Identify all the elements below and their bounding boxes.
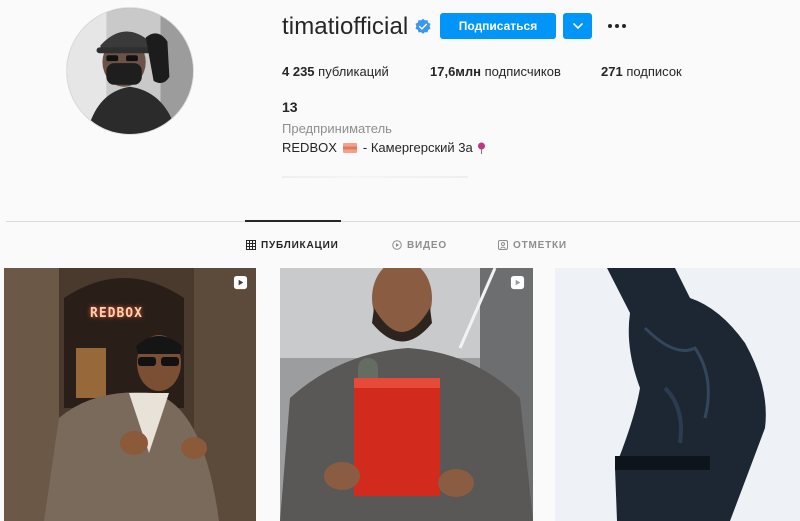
follow-button[interactable]: Подписаться	[440, 13, 556, 39]
reel-indicator-icon	[510, 275, 525, 290]
tab-posts[interactable]: ПУБЛИКАЦИИ	[246, 238, 339, 252]
verified-badge-icon	[415, 18, 431, 34]
profile-avatar[interactable]	[66, 7, 194, 135]
reel-indicator-icon	[233, 275, 248, 290]
tab-videos-label: ВИДЕО	[407, 239, 447, 251]
followers-label: подписчиков	[481, 64, 561, 79]
chevron-down-icon	[572, 23, 583, 30]
play-circle-icon	[392, 240, 402, 250]
post-1-sign: REDBOX	[90, 306, 143, 321]
username-row: timatiofficial	[282, 12, 432, 42]
faint-link-placeholder	[282, 176, 468, 178]
suggested-dropdown-button[interactable]	[563, 13, 592, 39]
avatar-image	[67, 8, 193, 134]
posts-count: 4 235	[282, 64, 315, 79]
stat-following[interactable]: 271 подписок	[601, 64, 682, 79]
following-count: 271	[601, 64, 623, 79]
bio-address: - Камергерский 3а	[362, 140, 473, 155]
post-image-3	[555, 268, 800, 521]
username: timatiofficial	[282, 13, 409, 40]
tab-posts-label: ПУБЛИКАЦИИ	[261, 239, 339, 251]
bio-brand: REDBOX	[282, 140, 337, 155]
posts-label: публикаций	[314, 64, 389, 79]
grid-icon	[246, 240, 256, 250]
post-thumbnail-3[interactable]	[555, 268, 800, 521]
full-name: 13	[282, 99, 298, 115]
followers-count: 17,6млн	[430, 64, 482, 79]
post-thumbnail-1[interactable]: REDBOX	[4, 268, 256, 521]
more-dots-icon	[608, 24, 626, 28]
profile-category: Предприниматель	[282, 121, 392, 136]
tab-tagged-label: ОТМЕТКИ	[513, 239, 567, 251]
post-thumbnail-2[interactable]	[280, 268, 533, 521]
active-tab-indicator	[245, 220, 341, 222]
tag-icon	[498, 240, 508, 250]
tab-tagged[interactable]: ОТМЕТКИ	[498, 238, 567, 252]
post-image-2	[280, 268, 533, 521]
stat-followers[interactable]: 17,6млн подписчиков	[430, 64, 561, 79]
tabs-divider	[6, 221, 800, 222]
following-label: подписок	[622, 64, 682, 79]
flag-emoji-icon	[342, 142, 357, 153]
more-options-button[interactable]	[604, 14, 630, 38]
profile-bio: REDBOX - Камергерский 3а	[282, 140, 486, 155]
stat-posts: 4 235 публикаций	[282, 64, 389, 79]
tab-videos[interactable]: ВИДЕО	[392, 238, 447, 252]
map-pin-icon	[477, 142, 485, 154]
